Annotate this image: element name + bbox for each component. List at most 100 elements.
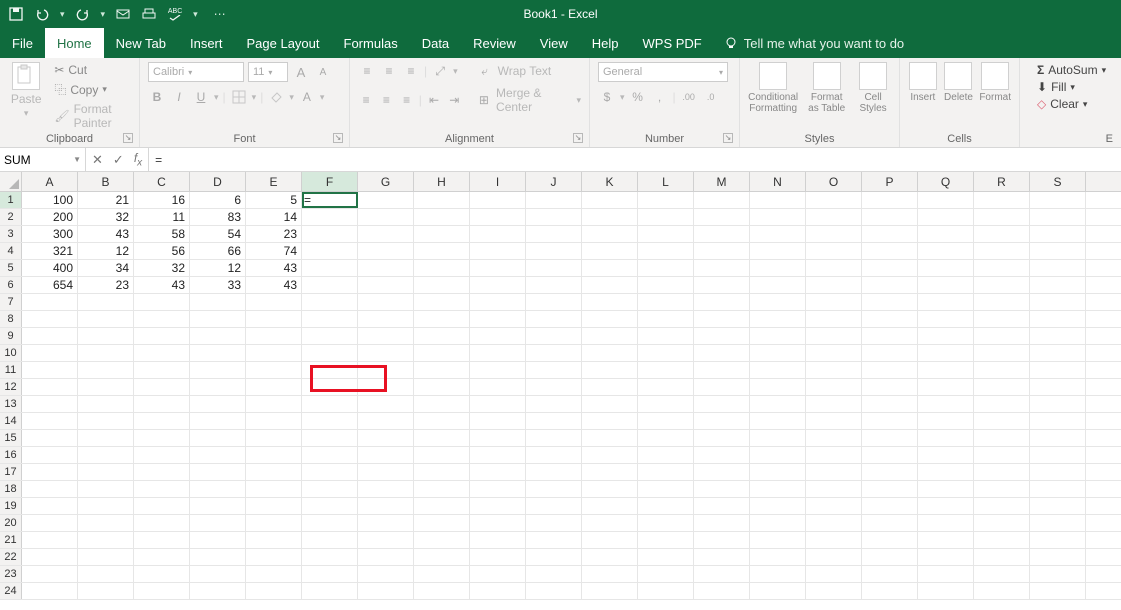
cell-N3[interactable]: [750, 226, 806, 242]
cell-K11[interactable]: [582, 362, 638, 378]
cell-J5[interactable]: [526, 260, 582, 276]
cell-N7[interactable]: [750, 294, 806, 310]
cell-J18[interactable]: [526, 481, 582, 497]
tab-new-tab[interactable]: New Tab: [104, 28, 178, 58]
cell-Q11[interactable]: [918, 362, 974, 378]
cell-G5[interactable]: [358, 260, 414, 276]
row-header-4[interactable]: 4: [0, 243, 22, 259]
cell-S19[interactable]: [1030, 498, 1086, 514]
column-header-I[interactable]: I: [470, 172, 526, 191]
cell-P2[interactable]: [862, 209, 918, 225]
cell-H2[interactable]: [414, 209, 470, 225]
cell-P11[interactable]: [862, 362, 918, 378]
cell-L23[interactable]: [638, 566, 694, 582]
qat-more[interactable]: ⋯: [214, 7, 226, 21]
cell-F12[interactable]: [302, 379, 358, 395]
cell-I12[interactable]: [470, 379, 526, 395]
cell-E19[interactable]: [246, 498, 302, 514]
row-header-3[interactable]: 3: [0, 226, 22, 242]
cell-E22[interactable]: [246, 549, 302, 565]
cut-button[interactable]: ✂Cut: [50, 62, 131, 78]
align-bottom-icon[interactable]: ≡: [402, 62, 420, 80]
cell-P19[interactable]: [862, 498, 918, 514]
cell-I8[interactable]: [470, 311, 526, 327]
cell-P14[interactable]: [862, 413, 918, 429]
cell-E1[interactable]: 5: [246, 192, 302, 208]
cell-C16[interactable]: [134, 447, 190, 463]
cell-D5[interactable]: 12: [190, 260, 246, 276]
cell-N15[interactable]: [750, 430, 806, 446]
cell-B15[interactable]: [78, 430, 134, 446]
cell-K22[interactable]: [582, 549, 638, 565]
cell-R17[interactable]: [974, 464, 1030, 480]
cell-N21[interactable]: [750, 532, 806, 548]
cell-J4[interactable]: [526, 243, 582, 259]
cell-R9[interactable]: [974, 328, 1030, 344]
row-header-7[interactable]: 7: [0, 294, 22, 310]
cell-B14[interactable]: [78, 413, 134, 429]
cell-N23[interactable]: [750, 566, 806, 582]
cell-G16[interactable]: [358, 447, 414, 463]
cell-C14[interactable]: [134, 413, 190, 429]
cell-H4[interactable]: [414, 243, 470, 259]
cell-N5[interactable]: [750, 260, 806, 276]
cell-M10[interactable]: [694, 345, 750, 361]
cell-B6[interactable]: 23: [78, 277, 134, 293]
cell-B22[interactable]: [78, 549, 134, 565]
format-painter-button[interactable]: 🖌Format Painter: [50, 101, 131, 131]
cell-L21[interactable]: [638, 532, 694, 548]
autosum-button[interactable]: ΣAutoSum▾: [1037, 62, 1113, 78]
bold-button[interactable]: B: [148, 88, 166, 106]
tab-file[interactable]: File: [0, 28, 45, 58]
cell-I24[interactable]: [470, 583, 526, 599]
cell-R8[interactable]: [974, 311, 1030, 327]
cell-L3[interactable]: [638, 226, 694, 242]
cell-J1[interactable]: [526, 192, 582, 208]
cell-R21[interactable]: [974, 532, 1030, 548]
select-all-corner[interactable]: [0, 172, 22, 191]
cell-R2[interactable]: [974, 209, 1030, 225]
cell-styles-button[interactable]: Cell Styles: [855, 62, 891, 114]
tab-formulas[interactable]: Formulas: [332, 28, 410, 58]
cell-A13[interactable]: [22, 396, 78, 412]
cell-I13[interactable]: [470, 396, 526, 412]
redo-icon[interactable]: [75, 6, 91, 22]
borders-button[interactable]: [230, 88, 248, 106]
cell-J15[interactable]: [526, 430, 582, 446]
cell-J17[interactable]: [526, 464, 582, 480]
cell-H15[interactable]: [414, 430, 470, 446]
qat-customize-dropdown[interactable]: ▾: [193, 9, 198, 20]
column-header-L[interactable]: L: [638, 172, 694, 191]
cell-O23[interactable]: [806, 566, 862, 582]
column-header-F[interactable]: F: [302, 172, 358, 191]
cell-E23[interactable]: [246, 566, 302, 582]
percent-icon[interactable]: %: [629, 88, 647, 106]
cell-N24[interactable]: [750, 583, 806, 599]
cell-Q12[interactable]: [918, 379, 974, 395]
cell-A23[interactable]: [22, 566, 78, 582]
quickprint-icon[interactable]: [141, 6, 157, 22]
cell-M4[interactable]: [694, 243, 750, 259]
cell-L15[interactable]: [638, 430, 694, 446]
cell-M1[interactable]: [694, 192, 750, 208]
copy-button[interactable]: ⿻Copy▾: [50, 80, 131, 99]
cell-N4[interactable]: [750, 243, 806, 259]
cell-C17[interactable]: [134, 464, 190, 480]
cell-H12[interactable]: [414, 379, 470, 395]
cell-B4[interactable]: 12: [78, 243, 134, 259]
cell-O19[interactable]: [806, 498, 862, 514]
cell-C3[interactable]: 58: [134, 226, 190, 242]
cell-F17[interactable]: [302, 464, 358, 480]
cell-Q16[interactable]: [918, 447, 974, 463]
cell-G9[interactable]: [358, 328, 414, 344]
cell-M14[interactable]: [694, 413, 750, 429]
cell-Q23[interactable]: [918, 566, 974, 582]
cell-K7[interactable]: [582, 294, 638, 310]
cell-F13[interactable]: [302, 396, 358, 412]
cell-A15[interactable]: [22, 430, 78, 446]
cell-F14[interactable]: [302, 413, 358, 429]
cell-R3[interactable]: [974, 226, 1030, 242]
conditional-formatting-button[interactable]: Conditional Formatting: [748, 62, 798, 114]
cell-H21[interactable]: [414, 532, 470, 548]
column-header-M[interactable]: M: [694, 172, 750, 191]
